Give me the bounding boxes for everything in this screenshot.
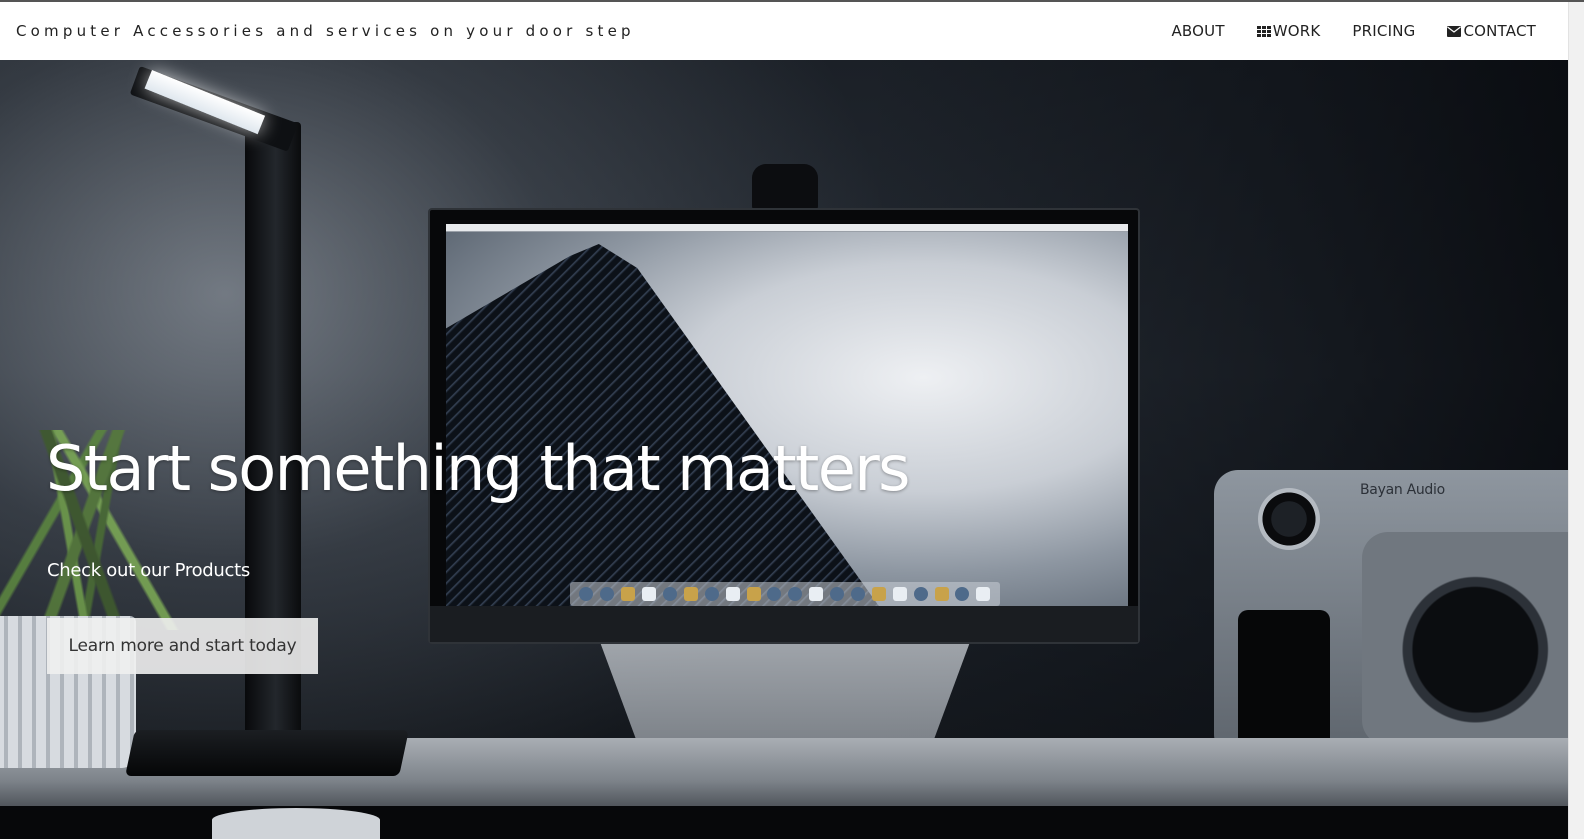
screen-dock: [570, 582, 1000, 606]
mug: [212, 808, 380, 839]
main-nav: ABOUT WORK PRICING CONTACT: [1155, 2, 1552, 60]
site-brand[interactable]: Computer Accessories and services on you…: [16, 22, 635, 40]
monitor-screen: [446, 224, 1128, 608]
vertical-scrollbar[interactable]: [1568, 2, 1584, 839]
top-navbar: Computer Accessories and services on you…: [0, 2, 1568, 60]
hero-section: Bayan Audio Start something that matters…: [0, 60, 1568, 839]
nav-contact[interactable]: CONTACT: [1431, 2, 1552, 60]
webcam: [752, 164, 818, 212]
learn-more-button[interactable]: Learn more and start today: [47, 618, 318, 674]
monitor: [428, 208, 1140, 644]
nav-about[interactable]: ABOUT: [1155, 2, 1240, 60]
hero-title: Start something that matters: [46, 432, 910, 505]
lamp-base: [125, 730, 409, 776]
nav-pricing[interactable]: PRICING: [1336, 2, 1431, 60]
nav-about-label: ABOUT: [1171, 22, 1225, 40]
nav-contact-label: CONTACT: [1463, 22, 1536, 40]
nav-pricing-label: PRICING: [1352, 22, 1416, 40]
envelope-icon: [1447, 25, 1462, 37]
speaker-brand-label: Bayan Audio: [1360, 482, 1445, 498]
hero-subtitle: Check out our Products: [47, 560, 250, 581]
nav-work-label: WORK: [1272, 22, 1321, 40]
grid-icon: [1256, 25, 1271, 37]
nav-work[interactable]: WORK: [1241, 2, 1337, 60]
speaker: Bayan Audio: [1214, 470, 1568, 764]
